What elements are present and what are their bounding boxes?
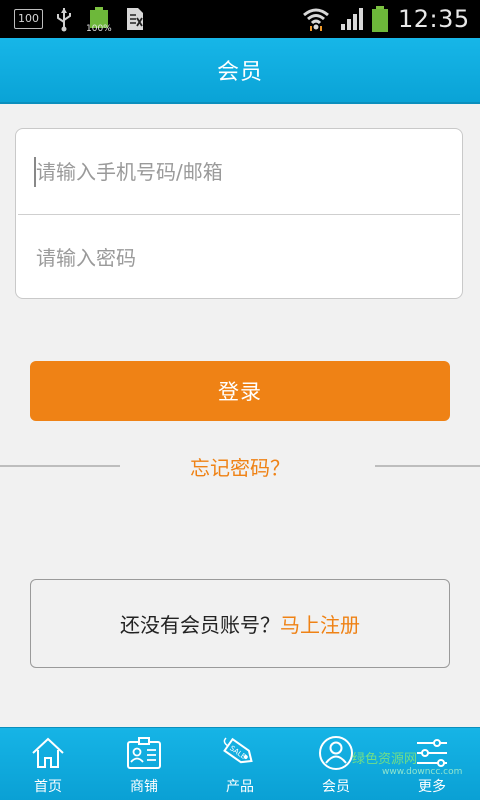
text-cursor	[34, 157, 36, 187]
battery-full-icon: 100%	[86, 0, 112, 38]
login-button[interactable]: 登录	[30, 361, 450, 421]
register-prompt-text: 还没有会员账号？	[120, 613, 280, 637]
nav-label-home: 首页	[34, 779, 62, 795]
forgot-password-row: 忘记密码？	[0, 448, 480, 484]
home-icon	[30, 734, 66, 772]
password-input[interactable]	[34, 244, 438, 271]
battery-percent-label: 100%	[86, 24, 112, 34]
register-prompt-card: 还没有会员账号？ 马上注册	[30, 579, 450, 668]
watermark: 绿色资源网 www.downcc.com	[352, 748, 462, 777]
nav-label-shop: 商铺	[130, 779, 158, 795]
nav-item-shop[interactable]: 商铺	[96, 728, 192, 800]
nav-item-home[interactable]: 首页	[0, 728, 96, 800]
login-form-card	[15, 128, 463, 299]
member-icon	[317, 734, 355, 772]
phone-email-input[interactable]	[34, 158, 438, 185]
nav-label-more: 更多	[418, 779, 446, 795]
usb-icon	[54, 0, 74, 38]
clock-time: 12:35	[398, 5, 470, 33]
document-icon	[124, 0, 146, 38]
watermark-subtext: www.downcc.com	[382, 767, 463, 777]
status-bar: 100 100% 12:35	[0, 0, 480, 38]
title-bar: 会员	[0, 38, 480, 104]
nav-label-member: 会员	[322, 779, 350, 795]
watermark-text: 绿色资源网	[352, 752, 418, 767]
sale-tag-icon: SALE	[220, 734, 260, 772]
nav-label-products: 产品	[226, 779, 254, 795]
member-login-screen: 100 100% 12:35 会员 请输入手机号码/邮箱 登录 忘记密码？ 还没…	[0, 0, 480, 800]
page-title: 会员	[216, 60, 263, 85]
phone-email-field[interactable]	[16, 129, 462, 214]
nav-item-products[interactable]: SALE 产品	[192, 728, 288, 800]
status-box-indicator: 100	[14, 9, 43, 29]
register-link[interactable]: 马上注册	[280, 609, 360, 638]
shop-card-icon	[125, 734, 163, 772]
divider-line-right	[375, 465, 480, 467]
wifi-icon	[302, 0, 330, 38]
password-field[interactable]	[16, 215, 462, 300]
battery-icon	[370, 0, 390, 38]
signal-strength-icon	[340, 0, 366, 38]
